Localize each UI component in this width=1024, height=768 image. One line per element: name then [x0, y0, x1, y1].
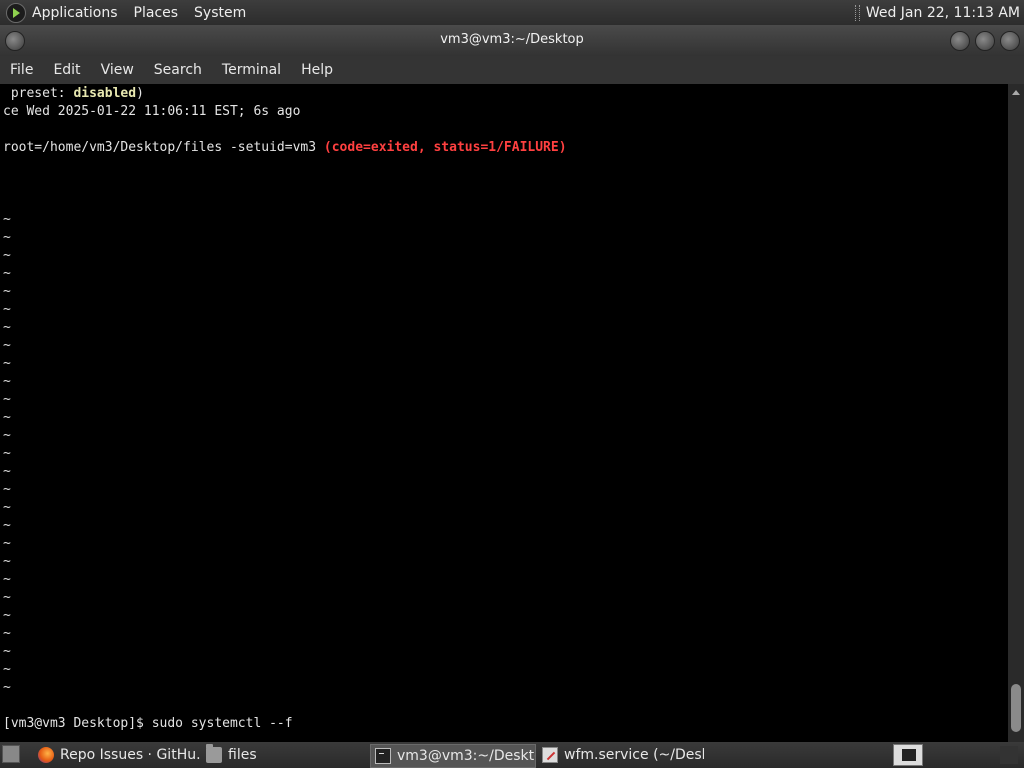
tilde-line: ~ — [3, 644, 11, 659]
menu-help[interactable]: Help — [291, 62, 343, 78]
tilde-line: ~ — [3, 410, 11, 425]
tilde-line: ~ — [3, 320, 11, 335]
taskbar-item-label: files — [228, 747, 257, 763]
tilde-line: ~ — [3, 266, 11, 281]
menu-view[interactable]: View — [91, 62, 144, 78]
terminal-line: root=/home/vm3/Desktop/files -setuid=vm3… — [3, 140, 567, 155]
tilde-line: ~ — [3, 392, 11, 407]
taskbar: Repo Issues · GitHu... files vm3@vm3:~/D… — [0, 742, 1024, 768]
panel-grip-icon — [854, 4, 860, 21]
window-titlebar[interactable]: vm3@vm3:~/Desktop — [0, 25, 1024, 56]
window-title: vm3@vm3:~/Desktop — [440, 32, 584, 47]
firefox-icon — [38, 747, 54, 763]
show-desktop-button[interactable] — [2, 745, 20, 763]
tilde-line: ~ — [3, 302, 11, 317]
tilde-line: ~ — [3, 626, 11, 641]
close-button[interactable] — [1000, 31, 1020, 51]
terminal-area[interactable]: preset: disabled) ce Wed 2025-01-22 11:0… — [0, 84, 1008, 742]
tilde-line: ~ — [3, 446, 11, 461]
menu-search[interactable]: Search — [144, 62, 212, 78]
tilde-line: ~ — [3, 500, 11, 515]
tilde-line: ~ — [3, 482, 11, 497]
folder-icon — [206, 744, 222, 763]
menubar: File Edit View Search Terminal Help — [0, 56, 1024, 84]
system-menu[interactable]: System — [194, 5, 246, 21]
text-editor-icon — [542, 747, 558, 763]
tilde-line: ~ — [3, 338, 11, 353]
tilde-line: ~ — [3, 572, 11, 587]
scroll-up-icon[interactable] — [1012, 90, 1020, 95]
shell-prompt[interactable]: [vm3@vm3 Desktop]$ sudo systemctl --f — [3, 715, 293, 733]
taskbar-item-label: wfm.service (~/Desk... — [564, 747, 704, 763]
preset-disabled-text: disabled — [73, 86, 137, 101]
taskbar-item-firefox[interactable]: Repo Issues · GitHu... — [34, 744, 200, 766]
tilde-line: ~ — [3, 212, 11, 227]
taskbar-item-editor[interactable]: wfm.service (~/Desk... — [538, 744, 704, 766]
tilde-line: ~ — [3, 680, 11, 695]
tray-icon[interactable] — [1000, 746, 1018, 764]
tilde-line: ~ — [3, 662, 11, 677]
terminal-icon — [375, 748, 391, 764]
tilde-line: ~ — [3, 590, 11, 605]
tilde-line: ~ — [3, 608, 11, 623]
tilde-line: ~ — [3, 374, 11, 389]
minimize-button[interactable] — [950, 31, 970, 51]
clock[interactable]: Wed Jan 22, 11:13 AM — [866, 5, 1020, 21]
places-menu[interactable]: Places — [134, 5, 179, 21]
tilde-line: ~ — [3, 536, 11, 551]
tilde-line: ~ — [3, 356, 11, 371]
taskbar-item-terminal[interactable]: vm3@vm3:~/Desktop — [370, 744, 536, 768]
maximize-button[interactable] — [975, 31, 995, 51]
terminal-line: preset: disabled) — [3, 86, 144, 101]
workspace-switcher-icon[interactable] — [893, 744, 923, 766]
tilde-line: ~ — [3, 518, 11, 533]
menu-file[interactable]: File — [0, 62, 43, 78]
failure-status-text: (code=exited, status=1/FAILURE) — [323, 140, 567, 155]
applications-menu[interactable]: Applications — [32, 5, 118, 21]
menu-terminal[interactable]: Terminal — [212, 62, 291, 78]
terminal-scrollbar[interactable] — [1008, 84, 1024, 742]
tilde-line: ~ — [3, 428, 11, 443]
taskbar-item-files[interactable]: files — [202, 744, 366, 766]
applications-logo-icon[interactable] — [6, 2, 26, 23]
taskbar-item-label: vm3@vm3:~/Desktop — [397, 748, 535, 764]
tilde-line: ~ — [3, 248, 11, 263]
tilde-line: ~ — [3, 230, 11, 245]
top-panel: Applications Places System Wed Jan 22, 1… — [0, 0, 1024, 25]
tilde-line: ~ — [3, 464, 11, 479]
tilde-line: ~ — [3, 284, 11, 299]
taskbar-item-label: Repo Issues · GitHu... — [60, 747, 200, 763]
menu-edit[interactable]: Edit — [43, 62, 90, 78]
scrollbar-thumb[interactable] — [1011, 684, 1021, 732]
terminal-line: ce Wed 2025-01-22 11:06:11 EST; 6s ago — [3, 104, 301, 119]
tilde-line: ~ — [3, 554, 11, 569]
